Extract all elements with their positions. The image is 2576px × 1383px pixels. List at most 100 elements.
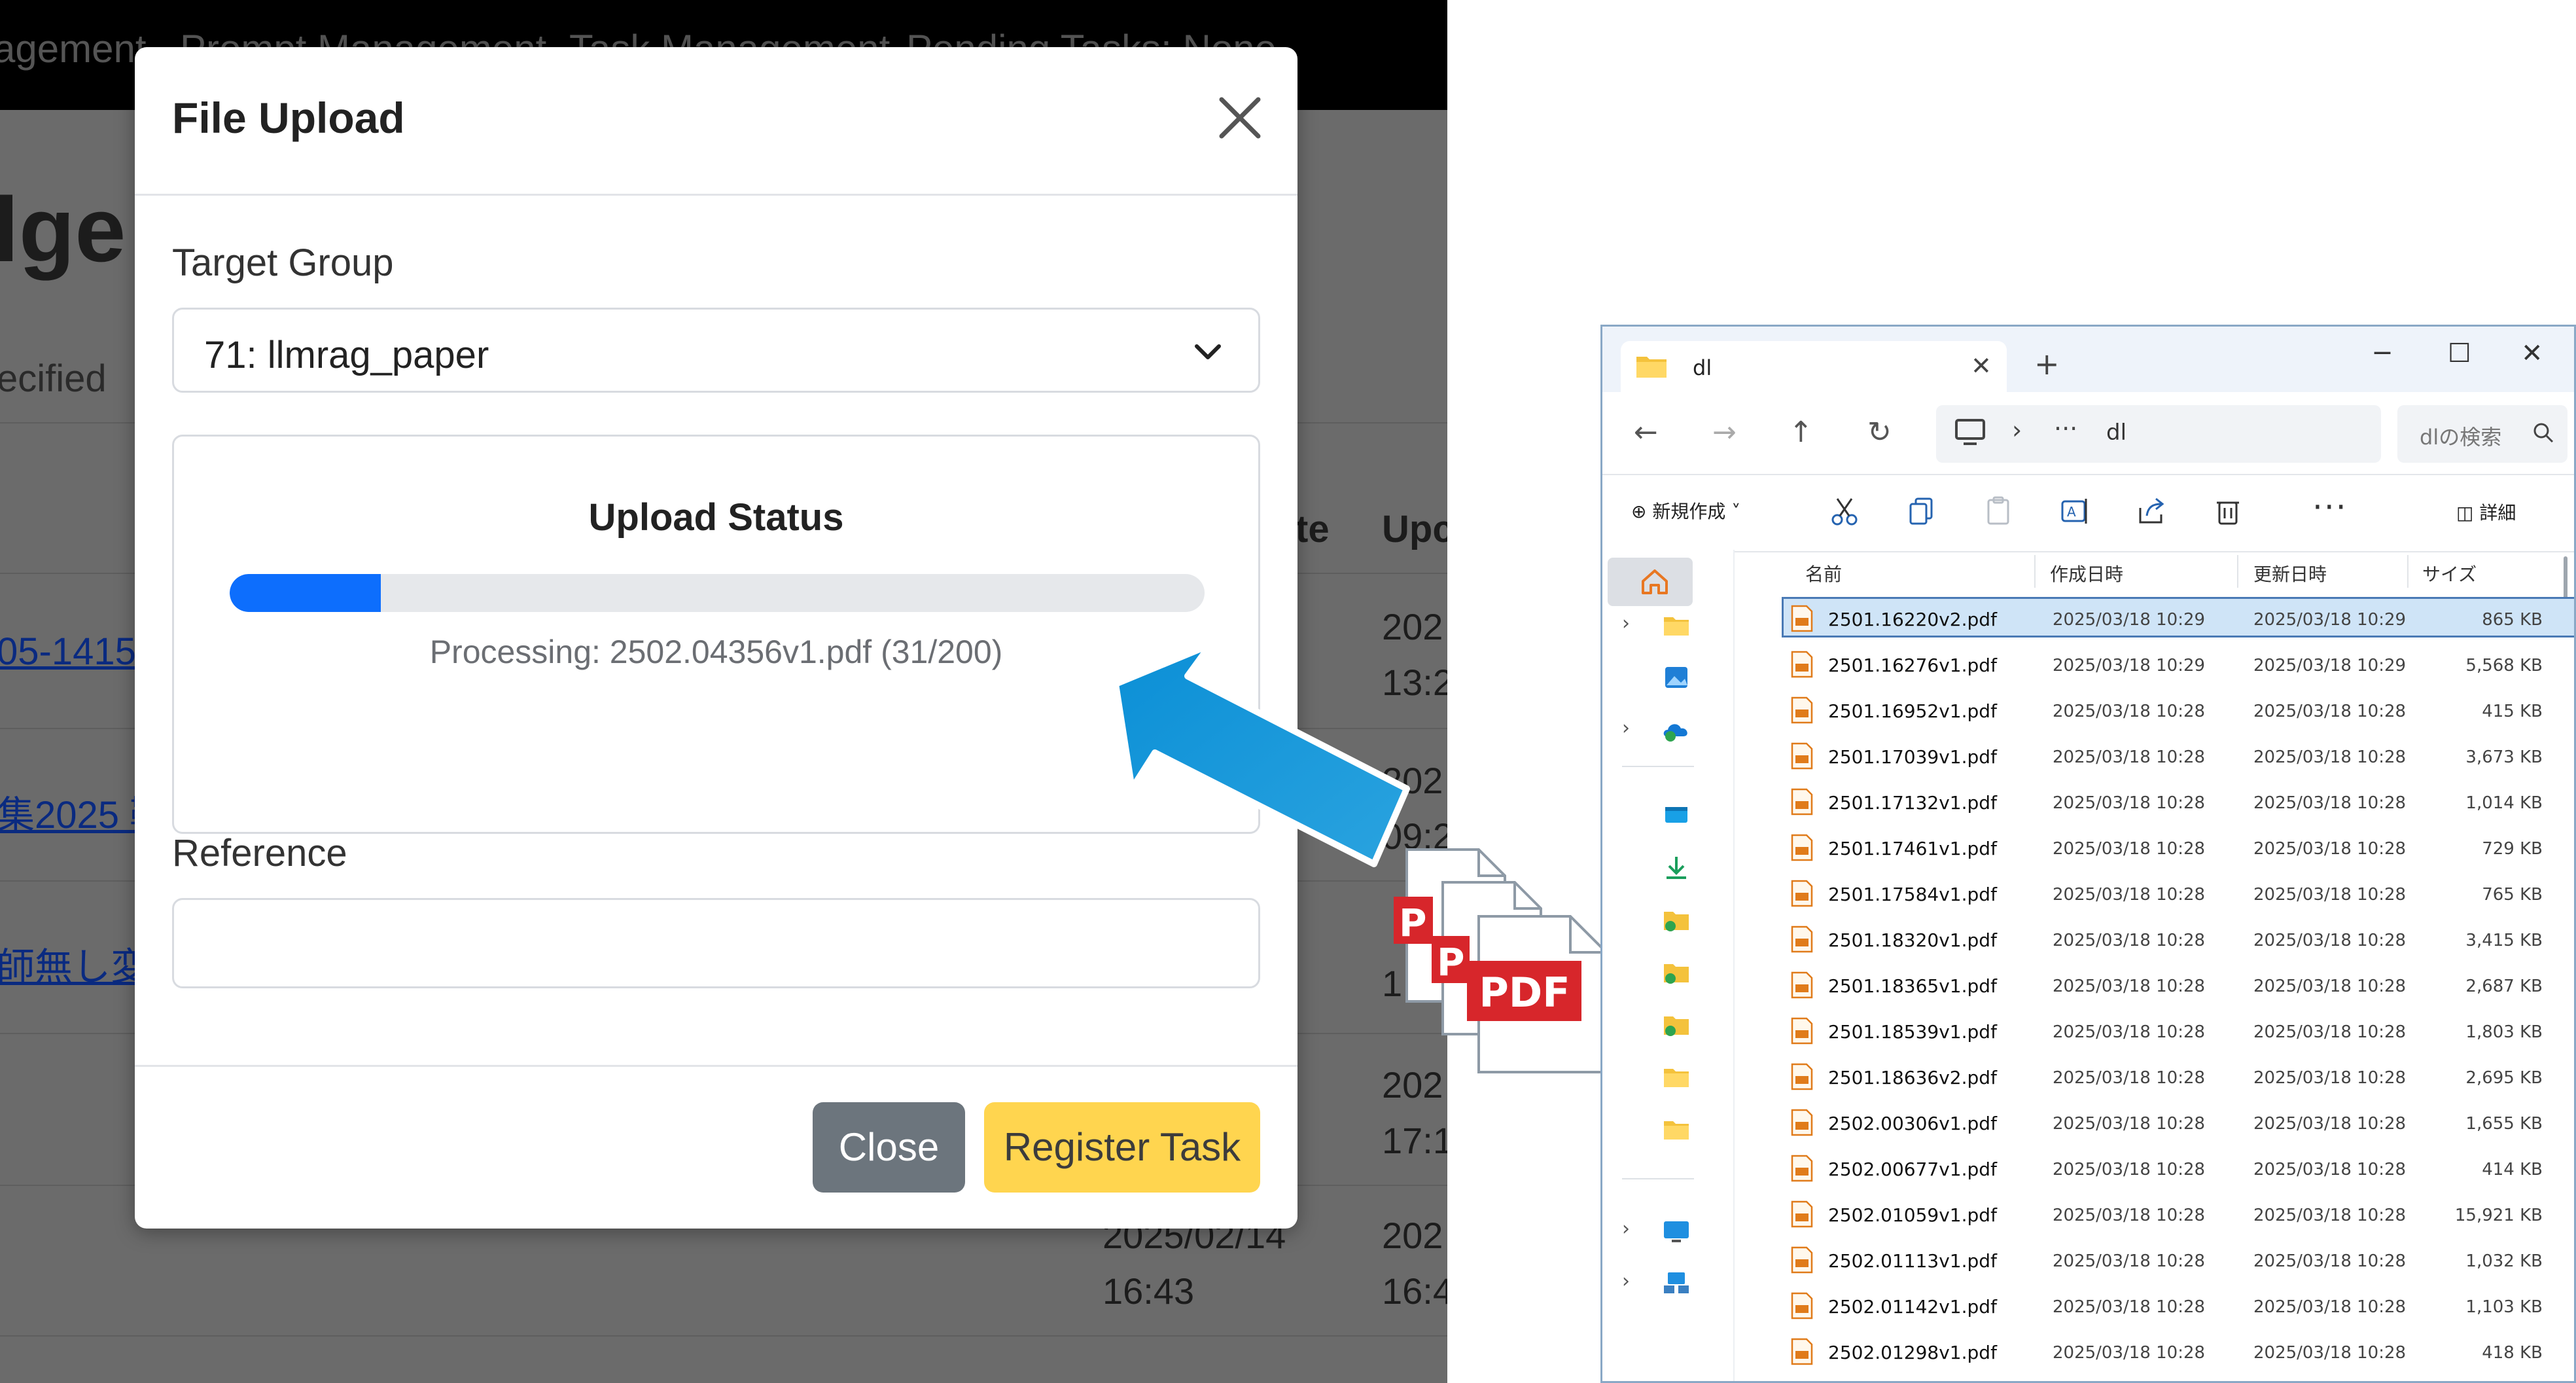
column-modified[interactable]: 更新日時 bbox=[2253, 560, 2327, 586]
file-size: 865 KB bbox=[2482, 610, 2543, 630]
nav-item[interactable] bbox=[1602, 1057, 1733, 1096]
file-row[interactable]: 2501.17584v1.pdf 2025/03/18 10:28 2025/03/… bbox=[1733, 871, 2574, 916]
file-modified: 2025/03/18 10:28 bbox=[2253, 702, 2407, 721]
nav-item[interactable]: › bbox=[1602, 1211, 1733, 1250]
nav-item[interactable] bbox=[1602, 952, 1733, 992]
this-pc-icon bbox=[1664, 1221, 1689, 1242]
file-created: 2025/03/18 10:28 bbox=[2053, 747, 2206, 767]
copy-icon[interactable] bbox=[1905, 495, 1938, 528]
folder-icon bbox=[1664, 1121, 1689, 1140]
file-row[interactable]: 2501.17132v1.pdf 2025/03/18 10:28 2025/03/… bbox=[1733, 779, 2574, 825]
nav-item[interactable]: › bbox=[1602, 1263, 1733, 1302]
pdf-file-icon bbox=[1791, 1063, 1813, 1090]
file-modified: 2025/03/18 10:29 bbox=[2253, 610, 2407, 630]
search-field[interactable]: dlの検索 bbox=[2397, 405, 2567, 463]
pdf-file-icon bbox=[1791, 1200, 1813, 1228]
nav-item[interactable] bbox=[1602, 1109, 1733, 1149]
column-size[interactable]: サイズ bbox=[2422, 560, 2477, 586]
svg-text:P: P bbox=[1437, 940, 1465, 984]
nav-item[interactable]: › bbox=[1602, 605, 1733, 645]
file-row[interactable]: 2501.16220v2.pdf 2025/03/18 10:29 2025/03/… bbox=[1733, 596, 2574, 641]
new-item-button[interactable]: ⊕ 新規作成 ˅ bbox=[1631, 497, 1740, 524]
file-modified: 2025/03/18 10:28 bbox=[2253, 977, 2407, 996]
nav-item[interactable] bbox=[1602, 1005, 1733, 1044]
file-upload-modal: File Upload Target Group 71: llmrag_pape… bbox=[135, 47, 1297, 1229]
file-name: 2502.01298v1.pdf bbox=[1828, 1342, 1997, 1363]
target-group-select[interactable]: 71: llmrag_paper bbox=[172, 308, 1260, 393]
drag-arrow-icon bbox=[1112, 645, 1410, 867]
address-field[interactable]: › ··· dl bbox=[1936, 405, 2381, 463]
folder-icon bbox=[1664, 617, 1689, 636]
nav-item[interactable] bbox=[1602, 848, 1733, 887]
register-task-button[interactable]: Register Task bbox=[984, 1102, 1260, 1193]
file-row[interactable]: 2501.17461v1.pdf 2025/03/18 10:28 2025/03/… bbox=[1733, 825, 2574, 871]
file-row[interactable]: 2501.18539v1.pdf 2025/03/18 10:28 2025/03/… bbox=[1733, 1008, 2574, 1054]
up-icon[interactable]: ↑ bbox=[1789, 416, 1813, 449]
file-row[interactable]: 2501.17039v1.pdf 2025/03/18 10:28 2025/03/… bbox=[1733, 733, 2574, 779]
file-size: 3,673 KB bbox=[2465, 747, 2543, 767]
nav-item[interactable] bbox=[1602, 795, 1733, 835]
reference-input[interactable] bbox=[172, 898, 1260, 988]
modal-title: File Upload bbox=[172, 94, 405, 142]
close-button[interactable]: Close bbox=[813, 1102, 965, 1193]
nav-item[interactable]: › bbox=[1602, 710, 1733, 749]
delete-icon[interactable] bbox=[2212, 495, 2244, 528]
file-modified: 2025/03/18 10:28 bbox=[2253, 747, 2407, 767]
file-row[interactable]: 2502.01113v1.pdf 2025/03/18 10:28 2025/03/… bbox=[1733, 1237, 2574, 1283]
rename-icon[interactable]: A bbox=[2058, 495, 2091, 528]
more-options-icon[interactable]: ··· bbox=[2312, 488, 2348, 526]
svg-text:P: P bbox=[1399, 901, 1427, 945]
file-created: 2025/03/18 10:29 bbox=[2053, 656, 2206, 675]
cut-icon[interactable] bbox=[1828, 495, 1861, 528]
close-icon[interactable] bbox=[1215, 93, 1265, 143]
file-size: 729 KB bbox=[2482, 839, 2543, 859]
chevron-right-icon[interactable]: › bbox=[1622, 717, 1630, 740]
paste-icon[interactable] bbox=[1982, 495, 2015, 528]
row-date: 202 bbox=[1382, 1215, 1443, 1256]
file-modified: 2025/03/18 10:29 bbox=[2253, 656, 2407, 675]
address-path: dl bbox=[2106, 420, 2127, 446]
file-list: 名前 作成日時 更新日時 サイズ 2501.16220v2.pdf 2025/03… bbox=[1733, 550, 2574, 1381]
file-modified: 2025/03/18 10:28 bbox=[2253, 793, 2407, 813]
minimize-icon[interactable]: ─ bbox=[2374, 338, 2390, 368]
maximize-icon[interactable]: ☐ bbox=[2448, 338, 2471, 368]
file-name: 2501.18365v1.pdf bbox=[1828, 975, 1997, 997]
file-row[interactable]: 2502.00306v1.pdf 2025/03/18 10:28 2025/03/… bbox=[1733, 1100, 2574, 1145]
file-row[interactable]: 2501.18320v1.pdf 2025/03/18 10:28 2025/03/… bbox=[1733, 916, 2574, 962]
row-link[interactable]: 師無し変 bbox=[0, 936, 149, 991]
more-path-icon[interactable]: ··· bbox=[2054, 414, 2077, 443]
file-row[interactable]: 2501.18636v2.pdf 2025/03/18 10:28 2025/03/… bbox=[1733, 1054, 2574, 1100]
chevron-right-icon[interactable]: › bbox=[1622, 1270, 1630, 1293]
chevron-right-icon[interactable]: › bbox=[1622, 612, 1630, 635]
explorer-tab[interactable]: dl ✕ bbox=[1621, 341, 2007, 392]
file-row[interactable]: 2501.16952v1.pdf 2025/03/18 10:28 2025/03/… bbox=[1733, 687, 2574, 733]
nav-item[interactable] bbox=[1602, 900, 1733, 939]
file-row[interactable]: 2501.18365v1.pdf 2025/03/18 10:28 2025/03/… bbox=[1733, 962, 2574, 1008]
synced-folder-icon bbox=[1664, 1016, 1689, 1036]
file-row[interactable]: 2502.01059v1.pdf 2025/03/18 10:28 2025/03/… bbox=[1733, 1191, 2574, 1237]
file-row[interactable]: 2501.16276v1.pdf 2025/03/18 10:29 2025/03/… bbox=[1733, 641, 2574, 687]
column-created[interactable]: 作成日時 bbox=[2050, 560, 2123, 586]
column-name[interactable]: 名前 bbox=[1805, 560, 1842, 586]
refresh-icon[interactable]: ↻ bbox=[1867, 416, 1892, 449]
row-link[interactable]: 05-1415 bbox=[0, 630, 136, 674]
progress-bar-fill bbox=[230, 574, 381, 612]
file-row[interactable]: 2502.01142v1.pdf 2025/03/18 10:28 2025/03/… bbox=[1733, 1283, 2574, 1329]
file-row[interactable]: 2502.00677v1.pdf 2025/03/18 10:28 2025/03/… bbox=[1733, 1145, 2574, 1191]
details-pane-button[interactable]: ◫ 詳細 bbox=[2456, 499, 2516, 525]
nav-item[interactable] bbox=[1602, 658, 1733, 697]
tab-close-icon[interactable]: ✕ bbox=[1971, 351, 1992, 380]
synced-folder-icon bbox=[1664, 964, 1689, 984]
new-tab-icon[interactable]: + bbox=[2034, 346, 2060, 382]
share-icon[interactable] bbox=[2135, 495, 2168, 528]
window-close-icon[interactable]: ✕ bbox=[2521, 338, 2543, 368]
file-name: 2502.01113v1.pdf bbox=[1828, 1250, 1997, 1272]
forward-icon[interactable]: → bbox=[1712, 416, 1737, 449]
filter-text: ecified bbox=[0, 357, 107, 400]
file-size: 2,687 KB bbox=[2465, 977, 2543, 996]
nav-home-item[interactable] bbox=[1608, 558, 1693, 606]
column-separator bbox=[2237, 555, 2238, 588]
file-row[interactable]: 2502.01298v1.pdf 2025/03/18 10:28 2025/03/… bbox=[1733, 1329, 2574, 1374]
back-icon[interactable]: ← bbox=[1634, 416, 1658, 449]
chevron-right-icon[interactable]: › bbox=[1622, 1217, 1630, 1240]
